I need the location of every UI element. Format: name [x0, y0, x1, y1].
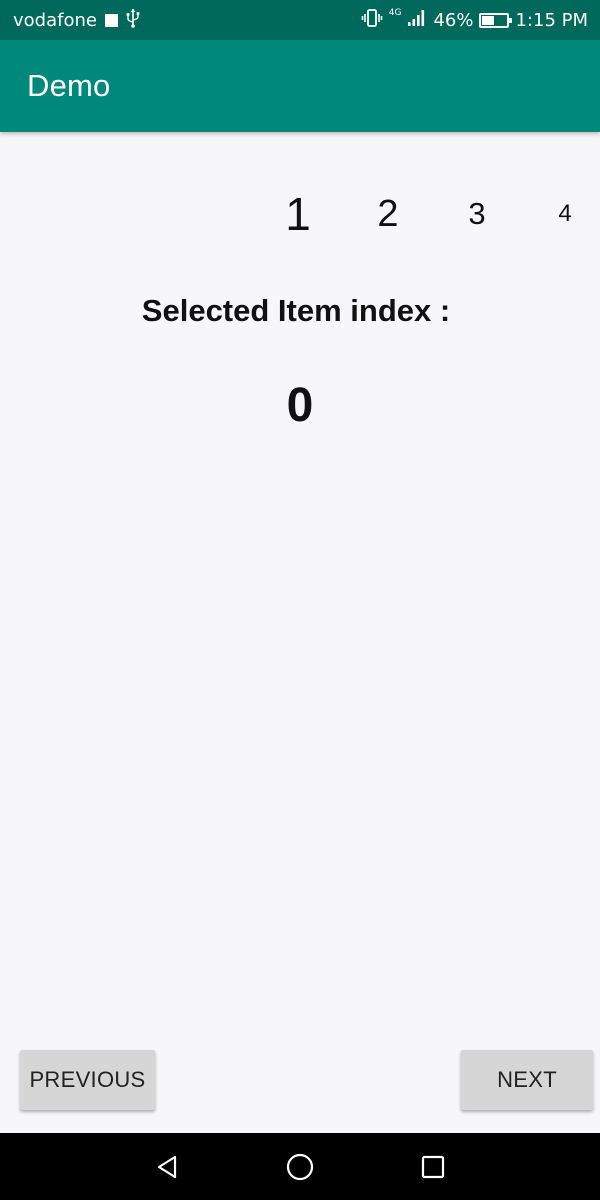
home-icon[interactable] [270, 1133, 330, 1200]
picker-item-1[interactable]: 1 [270, 182, 326, 246]
status-bar: vodafone 4G 46% 1:15 PM [0, 0, 600, 40]
battery-percent: 46% [433, 9, 474, 31]
picker-item-3[interactable]: 3 [450, 182, 504, 246]
battery-charging-icon [479, 12, 513, 28]
usb-icon [126, 8, 140, 33]
vibrate-icon [361, 8, 383, 33]
status-left: vodafone [13, 0, 140, 40]
status-right: 4G 46% 1:15 PM [361, 0, 588, 40]
number-picker[interactable]: 1 2 3 4 [0, 182, 600, 246]
status-time: 1:15 PM [515, 9, 588, 31]
app-bar: Demo [0, 40, 600, 132]
selected-item-label: Selected Item index : [141, 293, 451, 328]
previous-button[interactable]: PREVIOUS [20, 1050, 155, 1110]
notification-square-icon [104, 13, 118, 27]
next-button[interactable]: NEXT [461, 1050, 593, 1110]
recents-icon[interactable] [403, 1133, 463, 1200]
picker-item-4[interactable]: 4 [540, 182, 590, 246]
picker-item-2[interactable]: 2 [360, 182, 416, 246]
back-icon[interactable] [137, 1133, 197, 1200]
signal-icon [407, 9, 427, 32]
app-title: Demo [27, 68, 111, 103]
battery-level-fill [482, 15, 495, 25]
network-type-label: 4G [388, 8, 402, 18]
navigation-bar [0, 1133, 600, 1200]
selected-item-value: 0 [286, 379, 314, 432]
screen: vodafone 4G 46% 1:15 PM Demo 1 2 3 4 Sel… [0, 0, 600, 1200]
carrier-name: vodafone [13, 9, 97, 31]
